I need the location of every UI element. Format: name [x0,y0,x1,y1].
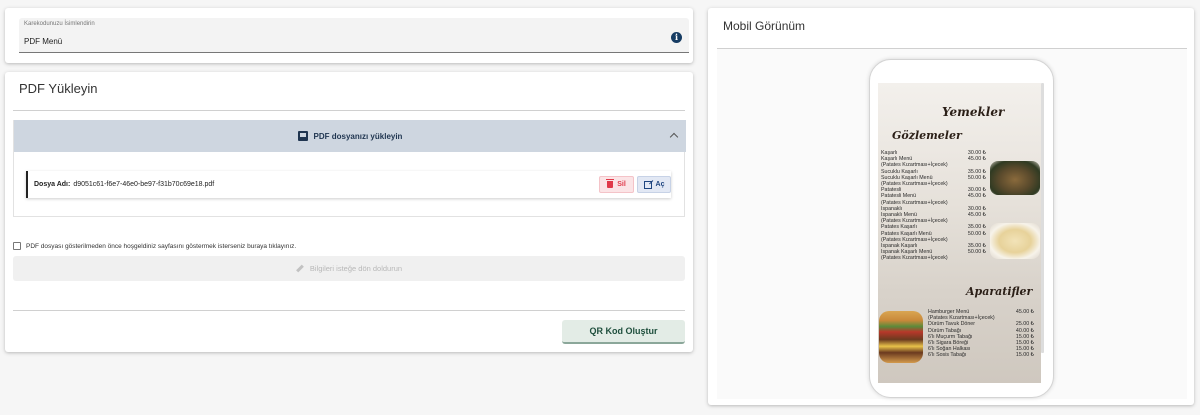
menu-section-title: Aparatifler [966,285,1033,298]
mobile-preview-card: Mobil Görünüm Yemekler Gözlemeler Kaşarl… [708,8,1194,405]
welcome-page-option: PDF dosyası gösterilmeden önce hoşgeldin… [13,242,296,250]
divider [13,310,685,311]
info-icon[interactable]: i [671,32,682,43]
pencil-icon [296,264,304,273]
qr-name-label: Karekodunuzu İsimlendirin [24,21,95,27]
upload-accordion-label: PDF dosyanızı yükleyin [313,131,403,141]
hamburger-image [879,311,923,363]
chevron-up-icon[interactable] [669,132,679,142]
upload-accordion: PDF dosyanızı yükleyin Dosya Adı: d9051c… [13,120,686,217]
menu-item-price: 45.00 ₺ [967,156,986,163]
upload-accordion-header[interactable]: PDF dosyanızı yükleyin [14,120,686,152]
welcome-page-checkbox[interactable] [13,242,21,250]
gozleme-wrap-image [990,223,1040,259]
phone-frame: Yemekler Gözlemeler Kaşarlı 30.00 ₺ Kaşarl… [869,59,1054,398]
mobile-preview-area: Yemekler Gözlemeler Kaşarlı 30.00 ₺ Kaşarl… [717,49,1187,399]
menu-item-price: 50.00 ₺ [967,174,986,181]
menu-section1-list: Kaşarlı 30.00 ₺ Kaşarlı Menü 45.00 ₺ (Patate… [881,150,986,262]
preview-scrollbar[interactable] [1041,83,1044,353]
menu-section2-list: Hamburger Menü 45.00 ₺ (Patates Kızartması… [928,309,1034,359]
open-file-label: Aç [655,181,665,188]
divider [13,110,685,111]
menu-item-price: 45.00 ₺ [967,212,986,219]
menu-main-heading: Yemekler [942,105,1005,119]
external-link-icon [643,180,652,189]
uploaded-file-row: Dosya Adı: d9051c61-f6e7-46e0-be97-f31b7… [26,171,671,198]
menu-preview-screen[interactable]: Yemekler Gözlemeler Kaşarlı 30.00 ₺ Kaşarl… [878,83,1041,383]
menu-item-price: 50.00 ₺ [967,230,986,237]
file-name-value: d9051c61-f6e7-46e0-be97-f31b70c69e18.pdf [73,181,215,188]
welcome-info-button-label: Bilgileri isteğe dön doldurun [309,264,403,273]
menu-item-price: 15.00 ₺ [1015,352,1034,359]
menu-item-price: 50.00 ₺ [967,249,986,256]
create-qr-button-label: QR Kod Oluştur [589,326,658,336]
trash-icon [606,179,615,188]
menu-section-title: Gözlemeler [892,129,962,142]
welcome-info-button[interactable]: Bilgileri isteğe dön doldurun [13,256,685,281]
create-qr-button[interactable]: QR Kod Oluştur [562,320,685,344]
upload-card-title: PDF Yükleyin [19,81,98,96]
upload-card: PDF Yükleyin PDF dosyanızı yükleyin Dosy… [5,72,693,352]
mobile-preview-title: Mobil Görünüm [723,19,806,33]
pdf-file-icon [297,131,308,141]
menu-item-price: 45.00 ₺ [1015,309,1034,315]
qr-name-input[interactable]: PDF Menü [24,37,62,46]
delete-file-label: Sil [617,181,626,188]
delete-file-button[interactable]: Sil [599,176,634,193]
qr-name-field[interactable]: Karekodunuzu İsimlendirin PDF Menü i [19,18,689,53]
open-file-button[interactable]: Aç [637,176,671,193]
gozleme-plate-image [990,161,1040,195]
name-card: Karekodunuzu İsimlendirin PDF Menü i [5,8,693,63]
welcome-page-checkbox-label[interactable]: PDF dosyası gösterilmeden önce hoşgeldin… [26,243,296,250]
menu-item-price: 45.00 ₺ [967,193,986,200]
file-name-label: Dosya Adı: [34,181,71,188]
menu-item-name: (Patates Kızartması+İçecek) [881,255,948,262]
menu-item: 6'lı Sosis Tabağı 15.00 ₺ [928,352,1034,358]
menu-item-name: 6'lı Sosis Tabağı [928,352,967,359]
menu-item: (Patates Kızartması+İçecek) [881,255,986,261]
